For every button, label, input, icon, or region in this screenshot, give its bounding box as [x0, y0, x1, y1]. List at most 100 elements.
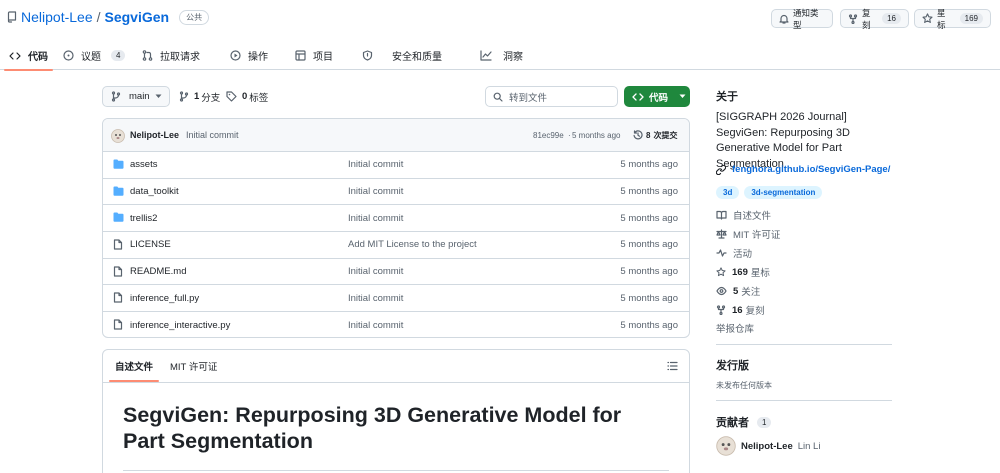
- contributor-item[interactable]: Nelipot-Lee Lin Li: [716, 436, 820, 456]
- file-name[interactable]: LICENSE: [130, 239, 171, 250]
- forks-link[interactable]: 16 复刻: [716, 303, 765, 317]
- star-button[interactable]: 星标 169: [914, 7, 991, 30]
- tab-readme[interactable]: 自述文件: [108, 350, 160, 382]
- notifications-label: 通知类型: [793, 7, 819, 30]
- tab-pull-requests[interactable]: 拉取请求: [142, 41, 200, 70]
- fork-button[interactable]: 复刻 16: [840, 8, 909, 30]
- pull-request-icon: [142, 50, 153, 61]
- caret-down-icon: [155, 94, 162, 99]
- watchers-link[interactable]: 5 关注: [716, 284, 760, 298]
- table-row[interactable]: README.md Initial commit 5 months ago: [103, 259, 689, 286]
- notifications-button[interactable]: 通知类型: [771, 7, 833, 30]
- branches-link[interactable]: 1 分支: [179, 86, 220, 107]
- tab-insights-label: 洞察: [503, 52, 523, 63]
- no-releases-text: 未发布任何版本: [716, 381, 772, 390]
- star-label: 星标: [937, 7, 946, 30]
- table-row[interactable]: assets Initial commit 5 months ago: [103, 152, 689, 179]
- file-name[interactable]: data_toolkit: [130, 186, 179, 197]
- commits-label: 次提交: [653, 130, 678, 140]
- commit-message[interactable]: Initial commit: [186, 130, 239, 140]
- repo-icon: [7, 11, 17, 23]
- repo-nav: 代码 议题 4 拉取请求 操作 项目 安全和质量 洞察: [0, 41, 1000, 71]
- stars-link[interactable]: 169 星标: [716, 265, 770, 279]
- table-row[interactable]: trellis2 Initial commit 5 months ago: [103, 205, 689, 233]
- play-icon: [230, 50, 241, 61]
- file-name[interactable]: inference_full.py: [130, 293, 199, 304]
- file-commit-message[interactable]: Initial commit: [348, 186, 403, 197]
- repo-owner-link[interactable]: Nelipot-Lee: [21, 9, 93, 25]
- file-name[interactable]: README.md: [130, 266, 186, 277]
- releases-heading[interactable]: 发行版: [716, 357, 749, 373]
- pulse-icon: [716, 248, 727, 258]
- topic-3d[interactable]: 3d: [716, 186, 740, 199]
- homepage-link[interactable]: fenghora.github.io/SegviGen-Page/: [716, 164, 890, 175]
- link-icon: [716, 164, 726, 175]
- file-commit-message[interactable]: Initial commit: [348, 293, 403, 304]
- tab-license[interactable]: MIT 许可证: [170, 350, 217, 382]
- report-repo-link[interactable]: 举报仓库: [716, 321, 754, 335]
- file-name[interactable]: assets: [130, 159, 157, 170]
- go-to-file-input[interactable]: 转到文件: [485, 86, 618, 107]
- table-row[interactable]: LICENSE Add MIT License to the project 5 m…: [103, 232, 689, 259]
- file-commit-message[interactable]: Initial commit: [348, 213, 403, 224]
- tab-actions-label: 操作: [248, 52, 268, 63]
- tags-count: 0: [242, 91, 248, 102]
- tag-icon: [226, 91, 237, 102]
- file-name[interactable]: inference_interactive.py: [130, 320, 230, 331]
- contributors-heading[interactable]: 贡献者: [716, 414, 749, 430]
- topic-3d-segmentation[interactable]: 3d-segmentation: [744, 186, 823, 199]
- table-row[interactable]: inference_interactive.py Initial commit 5 …: [103, 312, 689, 337]
- commit-author[interactable]: Nelipot-Lee: [130, 130, 179, 140]
- file-icon: [113, 319, 123, 330]
- commits-link[interactable]: 8 次提交: [633, 130, 677, 141]
- divider: [103, 382, 689, 383]
- readme-panel: 自述文件 MIT 许可证 SegviGen: Repurposing 3D Ge…: [102, 349, 690, 473]
- file-age: 5 months ago: [620, 212, 678, 224]
- table-row[interactable]: inference_full.py Initial commit 5 months …: [103, 285, 689, 313]
- tab-security[interactable]: 安全和质量: [362, 41, 442, 70]
- tab-security-label: 安全和质量: [392, 52, 442, 63]
- stars-count: 169: [732, 266, 748, 278]
- fork-icon: [716, 305, 726, 315]
- file-name[interactable]: trellis2: [130, 213, 157, 224]
- search-placeholder: 转到文件: [509, 92, 548, 104]
- repo-name-link[interactable]: SegviGen: [105, 9, 170, 25]
- star-icon: [716, 267, 726, 277]
- license-link-label: MIT 许可证: [733, 230, 781, 241]
- divider: [716, 400, 892, 401]
- shield-icon: [362, 50, 373, 61]
- repo-separator: /: [96, 9, 101, 25]
- tab-issues-label: 议题: [81, 52, 101, 63]
- code-button[interactable]: 代码: [624, 86, 690, 107]
- divider: [123, 470, 669, 471]
- readme-link[interactable]: 自述文件: [716, 208, 771, 222]
- law-icon: [716, 229, 727, 239]
- file-table: Nelipot-Lee Initial commit 81ec99e · 5 m…: [102, 118, 690, 338]
- about-description: [SIGGRAPH 2026 Journal] SegviGen: Repurp…: [716, 111, 850, 170]
- file-commit-message[interactable]: Initial commit: [348, 266, 403, 277]
- tab-code[interactable]: 代码: [4, 41, 53, 71]
- issues-count: 4: [111, 50, 126, 61]
- branch-select[interactable]: main: [102, 86, 170, 107]
- activity-link[interactable]: 活动: [716, 246, 752, 260]
- file-age: 5 months ago: [620, 266, 678, 278]
- visibility-badge: 公共: [179, 9, 210, 25]
- file-icon: [113, 239, 123, 250]
- avatar[interactable]: [111, 129, 125, 143]
- license-link[interactable]: MIT 许可证: [716, 227, 780, 241]
- file-commit-message[interactable]: Add MIT License to the project: [348, 239, 477, 250]
- table-row[interactable]: data_toolkit Initial commit 5 months ago: [103, 179, 689, 206]
- file-commit-message[interactable]: Initial commit: [348, 159, 403, 170]
- tab-actions[interactable]: 操作: [230, 41, 268, 70]
- eye-icon: [716, 286, 727, 296]
- tab-issues[interactable]: 议题 4: [63, 41, 126, 70]
- commit-hash[interactable]: 81ec99e: [533, 131, 564, 140]
- stars-label: 星标: [750, 268, 770, 279]
- tab-insights[interactable]: 洞察: [480, 41, 523, 70]
- tab-projects[interactable]: 项目: [295, 41, 333, 70]
- tags-link[interactable]: 0 标签: [226, 86, 268, 107]
- file-age: 5 months ago: [620, 186, 678, 198]
- outline-icon[interactable]: [667, 361, 678, 371]
- fork-icon: [848, 13, 858, 24]
- file-commit-message[interactable]: Initial commit: [348, 320, 403, 331]
